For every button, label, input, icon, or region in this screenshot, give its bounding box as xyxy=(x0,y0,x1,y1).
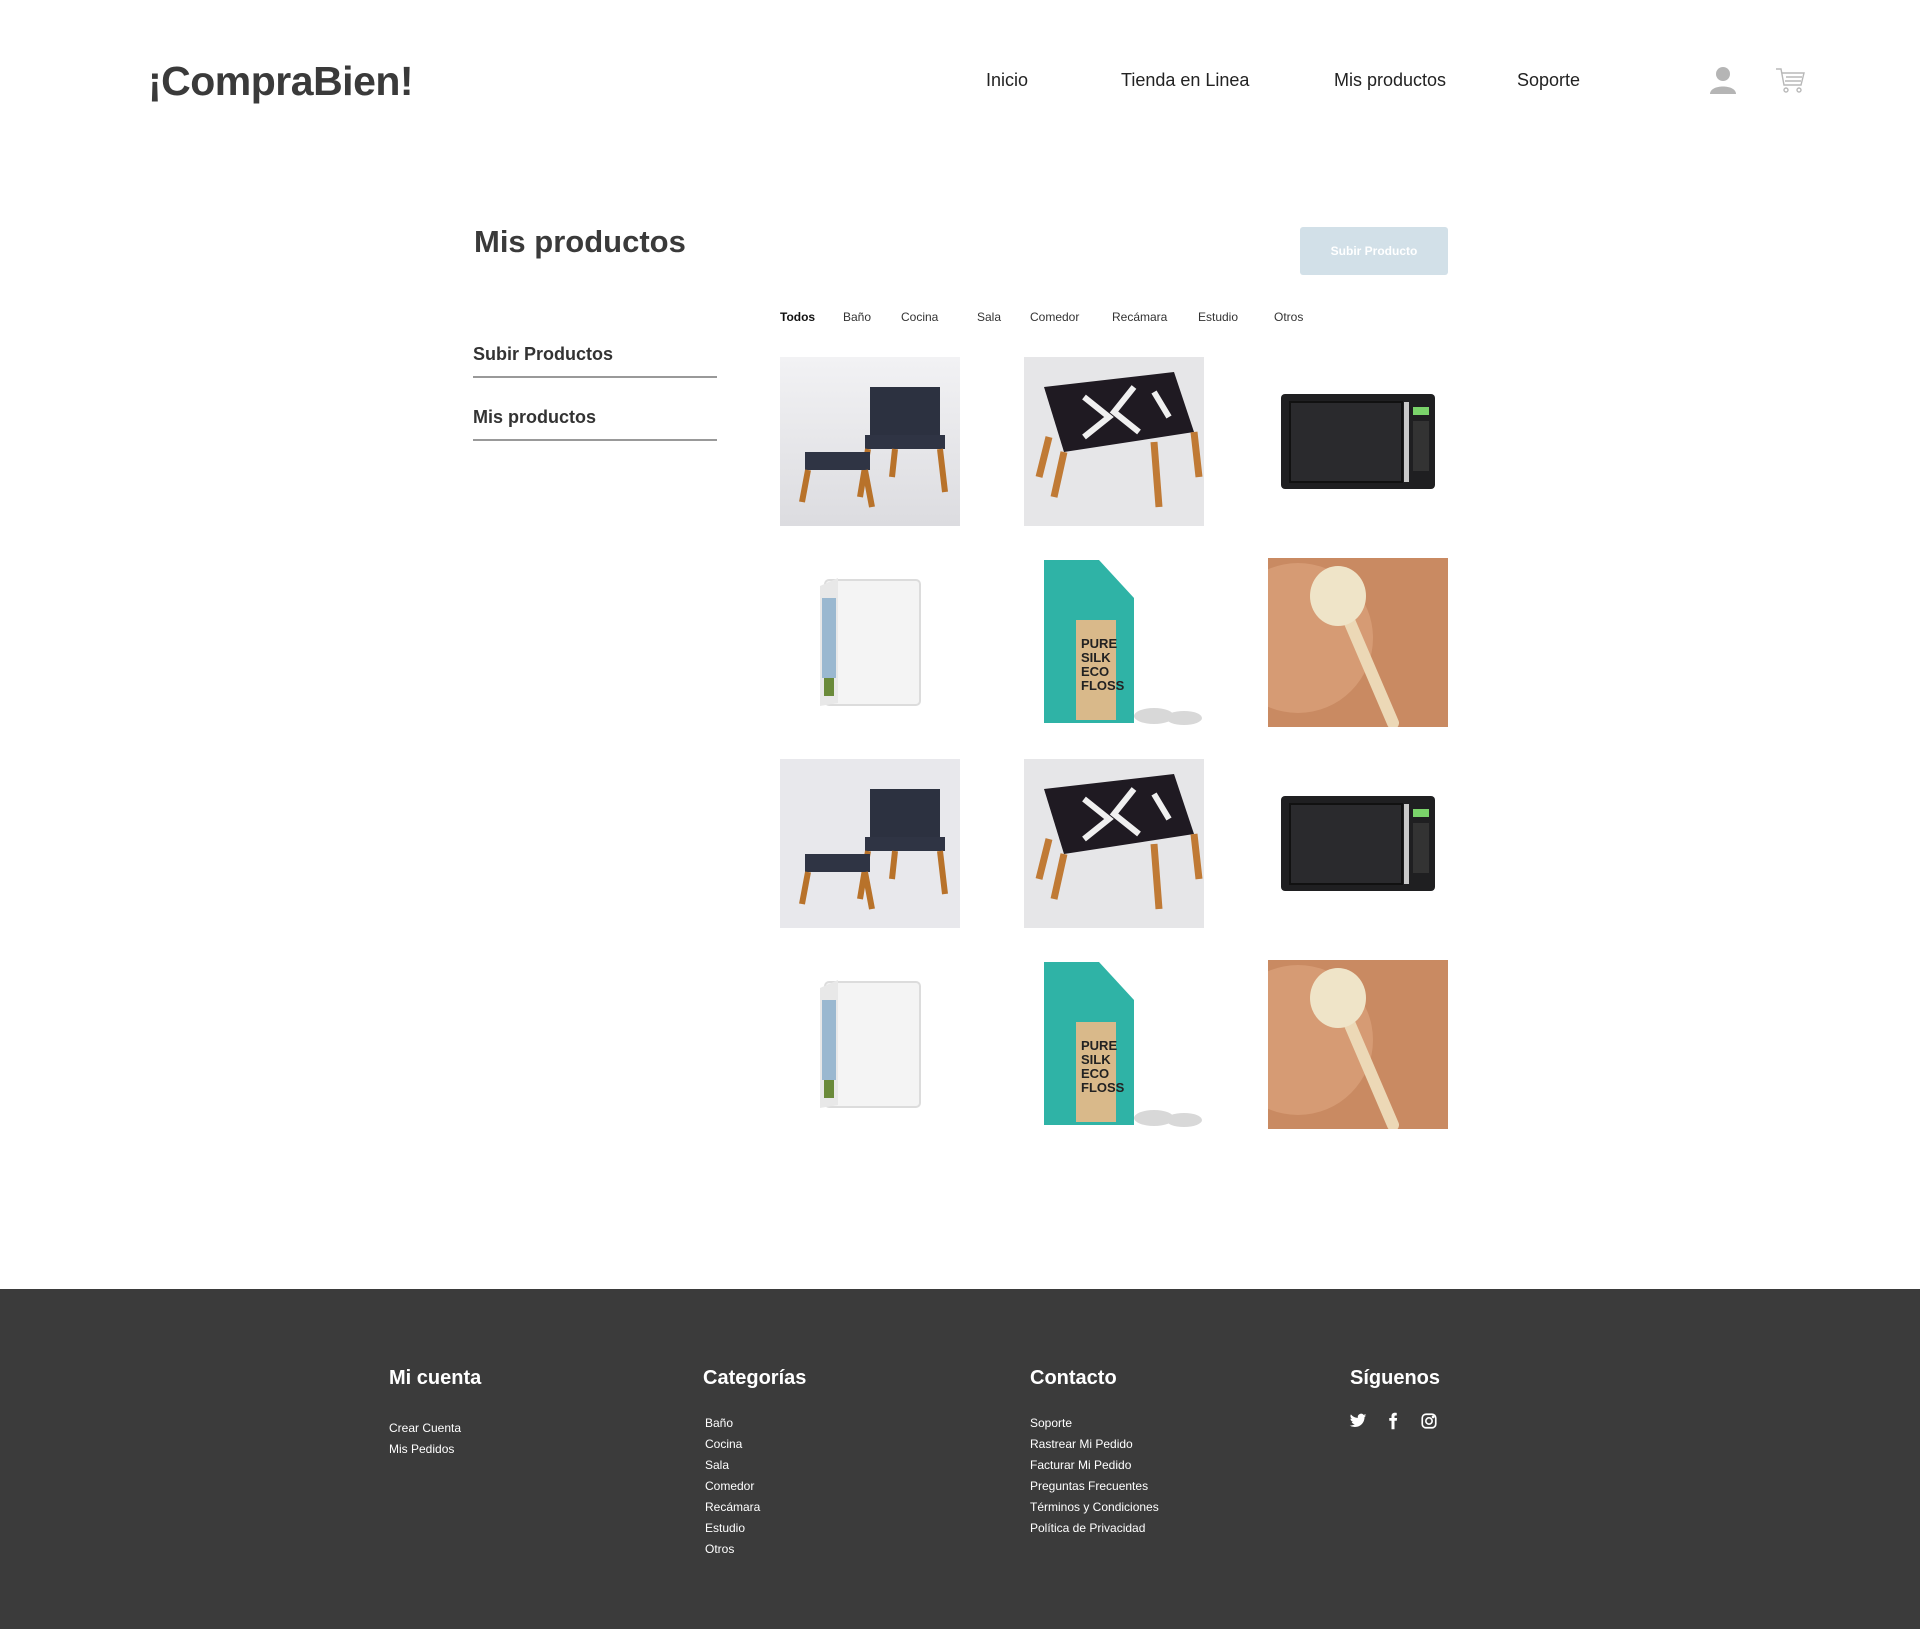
eco-floss-image: PURE SILK ECO FLOSS xyxy=(1024,558,1204,727)
tab-sala[interactable]: Sala xyxy=(977,310,1001,324)
product-card[interactable] xyxy=(1268,759,1448,928)
product-card[interactable] xyxy=(1024,357,1204,526)
footer xyxy=(0,1289,1920,1629)
footer-link-bano[interactable]: Baño xyxy=(705,1416,733,1430)
product-card[interactable] xyxy=(780,960,960,1129)
mini-fridge-image xyxy=(780,558,960,727)
nav-tienda-en-linea[interactable]: Tienda en Linea xyxy=(1121,70,1249,91)
footer-link-facturar-pedido[interactable]: Facturar Mi Pedido xyxy=(1030,1458,1131,1472)
footer-link-preguntas-frecuentes[interactable]: Preguntas Frecuentes xyxy=(1030,1479,1148,1493)
product-card[interactable] xyxy=(1268,357,1448,526)
page-title: Mis productos xyxy=(474,224,686,259)
footer-title-mi-cuenta: Mi cuenta xyxy=(389,1367,482,1389)
side-menu-mis-productos[interactable]: Mis productos xyxy=(473,395,717,441)
eco-floss-image: PURE SILK ECO FLOSS xyxy=(1024,960,1204,1129)
user-icon[interactable] xyxy=(1707,64,1739,96)
side-menu-subir-productos[interactable]: Subir Productos xyxy=(473,332,717,378)
svg-text:PURE: PURE xyxy=(1081,636,1117,651)
product-card[interactable]: PURE SILK ECO FLOSS xyxy=(1024,558,1204,727)
cart-icon[interactable] xyxy=(1774,64,1806,96)
tab-cocina[interactable]: Cocina xyxy=(901,310,938,324)
tab-estudio[interactable]: Estudio xyxy=(1198,310,1238,324)
instagram-icon[interactable] xyxy=(1420,1412,1438,1430)
footer-link-otros[interactable]: Otros xyxy=(705,1542,734,1556)
site-logo[interactable]: ¡CompraBien! xyxy=(148,58,414,105)
upload-product-button[interactable]: Subir Producto xyxy=(1300,227,1448,275)
rope-chair-image xyxy=(780,357,960,526)
product-card[interactable] xyxy=(1268,960,1448,1129)
svg-text:ECO: ECO xyxy=(1081,664,1109,679)
svg-text:SILK: SILK xyxy=(1081,650,1111,665)
product-card[interactable] xyxy=(780,759,960,928)
footer-link-privacidad[interactable]: Política de Privacidad xyxy=(1030,1521,1145,1535)
product-card[interactable]: PURE SILK ECO FLOSS xyxy=(1024,960,1204,1129)
tab-comedor[interactable]: Comedor xyxy=(1030,310,1079,324)
product-card[interactable] xyxy=(1024,759,1204,928)
footer-link-comedor[interactable]: Comedor xyxy=(705,1479,754,1493)
dish-brush-image xyxy=(1268,558,1448,727)
svg-text:FLOSS: FLOSS xyxy=(1081,678,1125,693)
mini-fridge-image xyxy=(780,960,960,1129)
footer-title-categorias: Categorías xyxy=(703,1367,807,1389)
svg-text:ECO: ECO xyxy=(1081,1066,1109,1081)
woven-bench-image xyxy=(1024,759,1204,928)
dish-brush-image xyxy=(1268,960,1448,1129)
facebook-icon[interactable] xyxy=(1384,1412,1402,1430)
tab-otros[interactable]: Otros xyxy=(1274,310,1303,324)
nav-mis-productos[interactable]: Mis productos xyxy=(1334,70,1446,91)
rope-chair-image xyxy=(780,759,960,928)
footer-link-terminos[interactable]: Términos y Condiciones xyxy=(1030,1500,1159,1514)
footer-link-soporte[interactable]: Soporte xyxy=(1030,1416,1072,1430)
footer-link-crear-cuenta[interactable]: Crear Cuenta xyxy=(389,1421,461,1435)
product-card[interactable] xyxy=(780,558,960,727)
svg-text:SILK: SILK xyxy=(1081,1052,1111,1067)
footer-link-cocina[interactable]: Cocina xyxy=(705,1437,742,1451)
footer-title-contacto: Contacto xyxy=(1030,1367,1117,1389)
svg-text:PURE: PURE xyxy=(1081,1038,1117,1053)
nav-inicio[interactable]: Inicio xyxy=(986,70,1028,91)
microwave-image xyxy=(1268,759,1448,928)
footer-link-sala[interactable]: Sala xyxy=(705,1458,729,1472)
svg-text:FLOSS: FLOSS xyxy=(1081,1080,1125,1095)
footer-link-rastrear-pedido[interactable]: Rastrear Mi Pedido xyxy=(1030,1437,1133,1451)
footer-link-recamara[interactable]: Recámara xyxy=(705,1500,760,1514)
tab-todos[interactable]: Todos xyxy=(780,310,815,324)
woven-bench-image xyxy=(1024,357,1204,526)
footer-link-mis-pedidos[interactable]: Mis Pedidos xyxy=(389,1442,454,1456)
footer-title-siguenos: Síguenos xyxy=(1350,1367,1441,1389)
tab-bano[interactable]: Baño xyxy=(843,310,871,324)
product-card[interactable] xyxy=(1268,558,1448,727)
footer-link-estudio[interactable]: Estudio xyxy=(705,1521,745,1535)
microwave-image xyxy=(1268,357,1448,526)
tab-recamara[interactable]: Recámara xyxy=(1112,310,1167,324)
twitter-icon[interactable] xyxy=(1349,1412,1367,1430)
product-card[interactable] xyxy=(780,357,960,526)
nav-soporte[interactable]: Soporte xyxy=(1517,70,1580,91)
